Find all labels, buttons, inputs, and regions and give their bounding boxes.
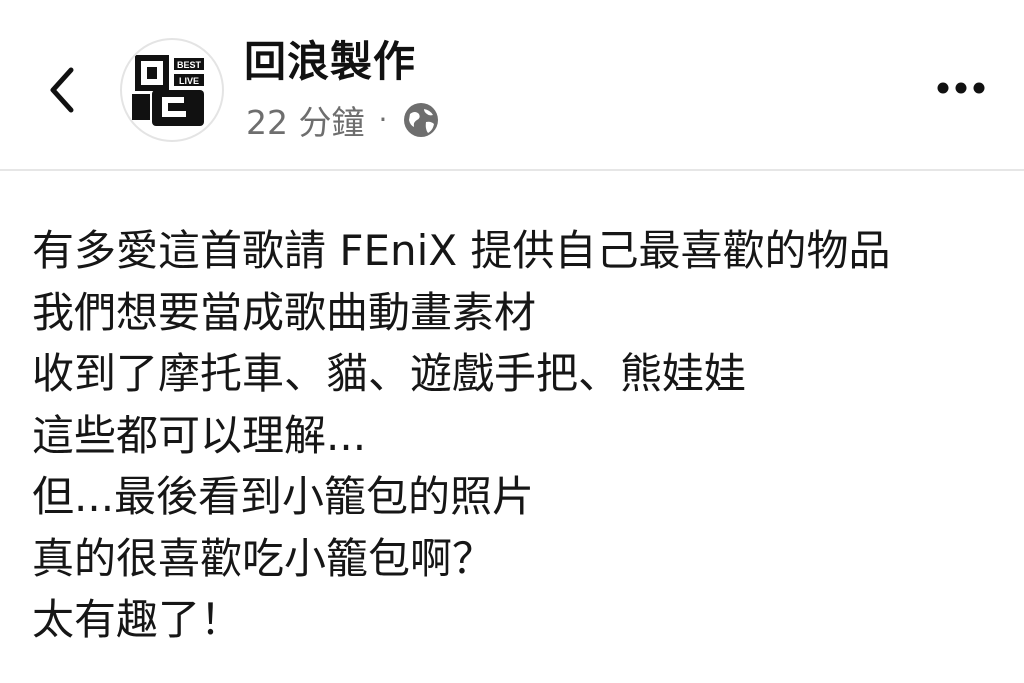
logo-live-text: LIVE — [179, 76, 199, 86]
more-horizontal-icon — [937, 82, 985, 94]
post-line: 收到了摩托車、貓、遊戲手把、熊娃娃 — [32, 349, 747, 398]
post-timestamp[interactable]: 22 分鐘 — [246, 96, 364, 144]
meta-separator: · — [378, 103, 388, 136]
header-divider — [0, 169, 1024, 171]
post-line: 但...最後看到小籠包的照片 — [32, 472, 535, 521]
post-line: 有多愛這首歌請 FEniX 提供自己最喜歡的物品 — [32, 226, 891, 275]
globe-icon[interactable] — [401, 100, 441, 140]
page-name[interactable]: 回浪製作 — [244, 36, 416, 88]
logo-best-text: BEST — [177, 60, 202, 70]
avatar[interactable]: BEST LIVE — [120, 38, 224, 142]
post-header: BEST LIVE 回浪製作 22 分鐘 · — [0, 0, 1024, 171]
post-meta: 22 分鐘 · — [246, 96, 441, 144]
back-button[interactable] — [38, 60, 84, 120]
brand-logo-icon: BEST LIVE — [132, 55, 204, 126]
chevron-left-icon — [50, 67, 74, 113]
more-options-button[interactable] — [934, 70, 988, 106]
post-line: 太有趣了！ — [32, 595, 243, 644]
post-line: 我們想要當成歌曲動畫素材 — [32, 287, 537, 337]
post-line: 真的很喜歡吃小籠包啊？ — [32, 533, 495, 583]
post-line: 這些都可以理解... — [32, 410, 367, 460]
post-text: 有多愛這首歌請 FEniX 提供自己最喜歡的物品 我們想要當成歌曲動畫素材 收到… — [32, 220, 992, 651]
